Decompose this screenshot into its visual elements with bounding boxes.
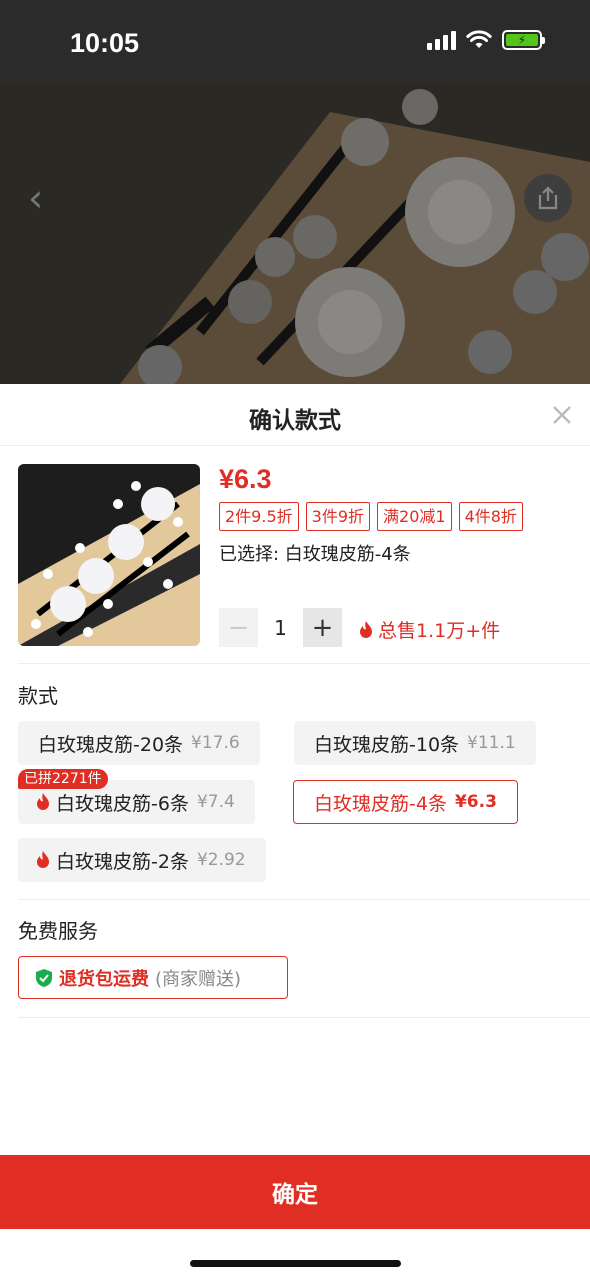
home-indicator xyxy=(190,1260,401,1267)
cellular-signal-icon xyxy=(427,30,456,50)
option-label: 白玫瑰皮筋-6条 xyxy=(56,792,189,815)
status-icons: ⚡ xyxy=(427,30,545,50)
product-summary: ¥6.3 2件9.5折 3件9折 满20减1 4件8折 已选择: 白玫瑰皮筋-4… xyxy=(18,464,574,647)
style-options: 白玫瑰皮筋-20条 ¥17.6 白玫瑰皮筋-10条 ¥11.1 已拼2271件 … xyxy=(18,721,574,882)
group-buy-badge: 已拼2271件 xyxy=(18,769,108,789)
option-label: 白玫瑰皮筋-20条 xyxy=(38,733,184,756)
increase-button[interactable]: + xyxy=(303,608,342,647)
quantity-stepper: − 1 + xyxy=(219,608,342,647)
confirm-button[interactable]: 确定 xyxy=(0,1155,590,1229)
option-2[interactable]: 白玫瑰皮筋-2条 ¥2.92 xyxy=(18,838,266,882)
sheet-title: 确认款式 xyxy=(249,408,341,434)
total-sales-text: 总售1.1万+件 xyxy=(378,620,501,642)
option-10[interactable]: 白玫瑰皮筋-10条 ¥11.1 xyxy=(294,721,536,765)
divider xyxy=(18,899,590,900)
status-bar: 10:05 ⚡ xyxy=(0,0,590,82)
close-icon[interactable] xyxy=(550,403,574,427)
product-image-backdrop: ‹ xyxy=(0,82,590,384)
flame-icon xyxy=(37,851,49,868)
free-return-service[interactable]: 退货包运费 (商家赠送) xyxy=(18,956,288,999)
flame-icon xyxy=(360,620,372,638)
promo-tag: 3件9折 xyxy=(305,502,371,531)
quantity-value[interactable]: 1 xyxy=(258,616,303,640)
divider xyxy=(18,1017,590,1018)
style-select-sheet: 确认款式 ¥6.3 2件9.5折 3件9折 满20减1 4件8折 已选择: 白玫… xyxy=(0,384,590,1280)
option-label: 白玫瑰皮筋-4条 xyxy=(314,792,447,815)
option-label: 白玫瑰皮筋-2条 xyxy=(56,850,189,873)
promo-tag: 2件9.5折 xyxy=(219,502,299,531)
promo-tags: 2件9.5折 3件9折 满20减1 4件8折 xyxy=(219,502,523,531)
service-note-text: (商家赠送) xyxy=(155,968,242,990)
style-section-title: 款式 xyxy=(18,684,58,708)
service-section-title: 免费服务 xyxy=(18,919,98,943)
option-price: ¥2.92 xyxy=(196,850,246,870)
back-chevron-icon[interactable]: ‹ xyxy=(28,178,58,218)
total-sales: 总售1.1万+件 xyxy=(359,616,500,643)
wifi-icon xyxy=(466,30,492,48)
decrease-button[interactable]: − xyxy=(219,608,258,647)
selected-variant-text: 已选择: 白玫瑰皮筋-4条 xyxy=(219,544,411,565)
option-4-selected[interactable]: 白玫瑰皮筋-4条 ¥6.3 xyxy=(293,780,518,824)
option-price: ¥7.4 xyxy=(196,792,235,812)
promo-tag: 4件8折 xyxy=(458,502,523,531)
share-icon xyxy=(538,186,558,210)
promo-tag: 满20减1 xyxy=(377,502,452,531)
option-price: ¥6.3 xyxy=(454,792,497,812)
option-20[interactable]: 白玫瑰皮筋-20条 ¥17.6 xyxy=(18,721,260,765)
share-button[interactable] xyxy=(524,174,572,222)
divider xyxy=(18,663,590,664)
battery-charging-icon: ⚡ xyxy=(502,30,545,50)
option-price: ¥17.6 xyxy=(191,733,240,753)
product-thumbnail-image xyxy=(18,464,200,646)
option-label: 白玫瑰皮筋-10条 xyxy=(314,733,460,756)
hair-tie-photo xyxy=(0,82,590,384)
shield-check-icon xyxy=(36,968,52,987)
sheet-header: 确认款式 xyxy=(0,384,590,446)
product-thumbnail xyxy=(18,464,200,646)
flame-icon xyxy=(37,793,49,810)
service-main-text: 退货包运费 xyxy=(59,968,149,990)
product-price: ¥6.3 xyxy=(219,464,272,494)
status-time: 10:05 xyxy=(70,28,140,58)
option-price: ¥11.1 xyxy=(467,733,516,753)
